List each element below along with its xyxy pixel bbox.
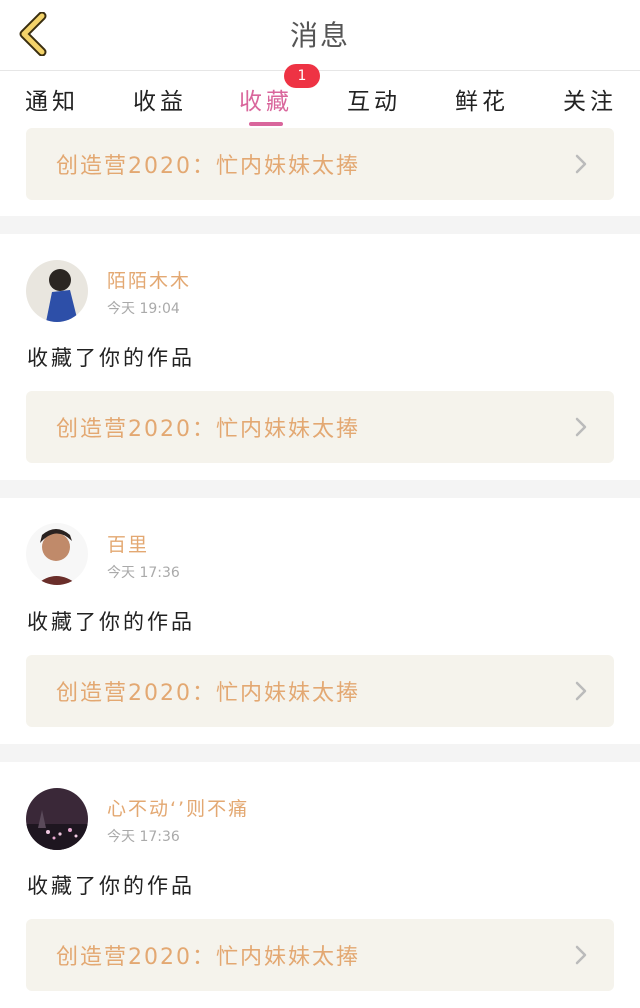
avatar[interactable]	[26, 788, 88, 850]
work-title: 创造营2020：忙内妹妹太捧	[56, 417, 360, 442]
tab-label: 互动	[347, 89, 401, 115]
work-title: 创造营2020：忙内妹妹太捧	[56, 154, 360, 179]
unread-badge: 1	[284, 64, 320, 88]
work-title: 创造营2020：忙内妹妹太捧	[56, 681, 360, 706]
app-header: 消息	[0, 0, 640, 71]
tab-label: 收益	[133, 89, 187, 115]
chevron-right-icon	[575, 945, 587, 965]
timestamp: 今天 17:36	[107, 565, 180, 581]
section-divider	[0, 744, 640, 762]
timestamp: 今天 17:36	[107, 829, 180, 845]
avatar[interactable]	[26, 260, 88, 322]
work-link-card[interactable]: 创造营2020：忙内妹妹太捧	[26, 919, 614, 991]
activity-text: 收藏了你的作品	[27, 610, 195, 634]
user-name[interactable]: 心不动‘’则不痛	[107, 794, 249, 821]
activity-text: 收藏了你的作品	[27, 346, 195, 370]
activity-text: 收藏了你的作品	[27, 874, 195, 898]
work-link-card[interactable]: 创造营2020：忙内妹妹太捧	[26, 128, 614, 200]
tab-favorites[interactable]: 收藏	[216, 82, 316, 132]
avatar-image	[26, 788, 88, 850]
chevron-right-icon	[575, 681, 587, 701]
active-tab-indicator	[249, 122, 283, 126]
avatar-image	[26, 260, 88, 322]
tab-label: 收藏	[239, 89, 293, 115]
avatar[interactable]	[26, 523, 88, 585]
chevron-right-icon	[575, 417, 587, 437]
tab-following[interactable]: 关注	[540, 82, 640, 132]
tab-earnings[interactable]: 收益	[110, 82, 210, 132]
avatar-image	[26, 523, 88, 585]
user-name[interactable]: 百里	[107, 530, 149, 557]
user-name[interactable]: 陌陌木木	[107, 266, 191, 293]
tab-interactions[interactable]: 互动	[324, 82, 424, 132]
tab-flowers[interactable]: 鲜花	[432, 82, 532, 132]
section-divider	[0, 480, 640, 498]
chevron-right-icon	[575, 154, 587, 174]
work-title: 创造营2020：忙内妹妹太捧	[56, 945, 360, 970]
section-divider	[0, 216, 640, 234]
tab-notifications[interactable]: 通知	[2, 82, 102, 132]
timestamp: 今天 19:04	[107, 301, 180, 317]
tab-bar: 通知 收益 收藏 互动 鲜花 关注	[0, 72, 640, 134]
page-title: 消息	[289, 19, 350, 52]
tab-label: 鲜花	[455, 89, 509, 115]
tab-label: 关注	[563, 89, 617, 115]
tab-label: 通知	[25, 89, 79, 115]
work-link-card[interactable]: 创造营2020：忙内妹妹太捧	[26, 391, 614, 463]
work-link-card[interactable]: 创造营2020：忙内妹妹太捧	[26, 655, 614, 727]
